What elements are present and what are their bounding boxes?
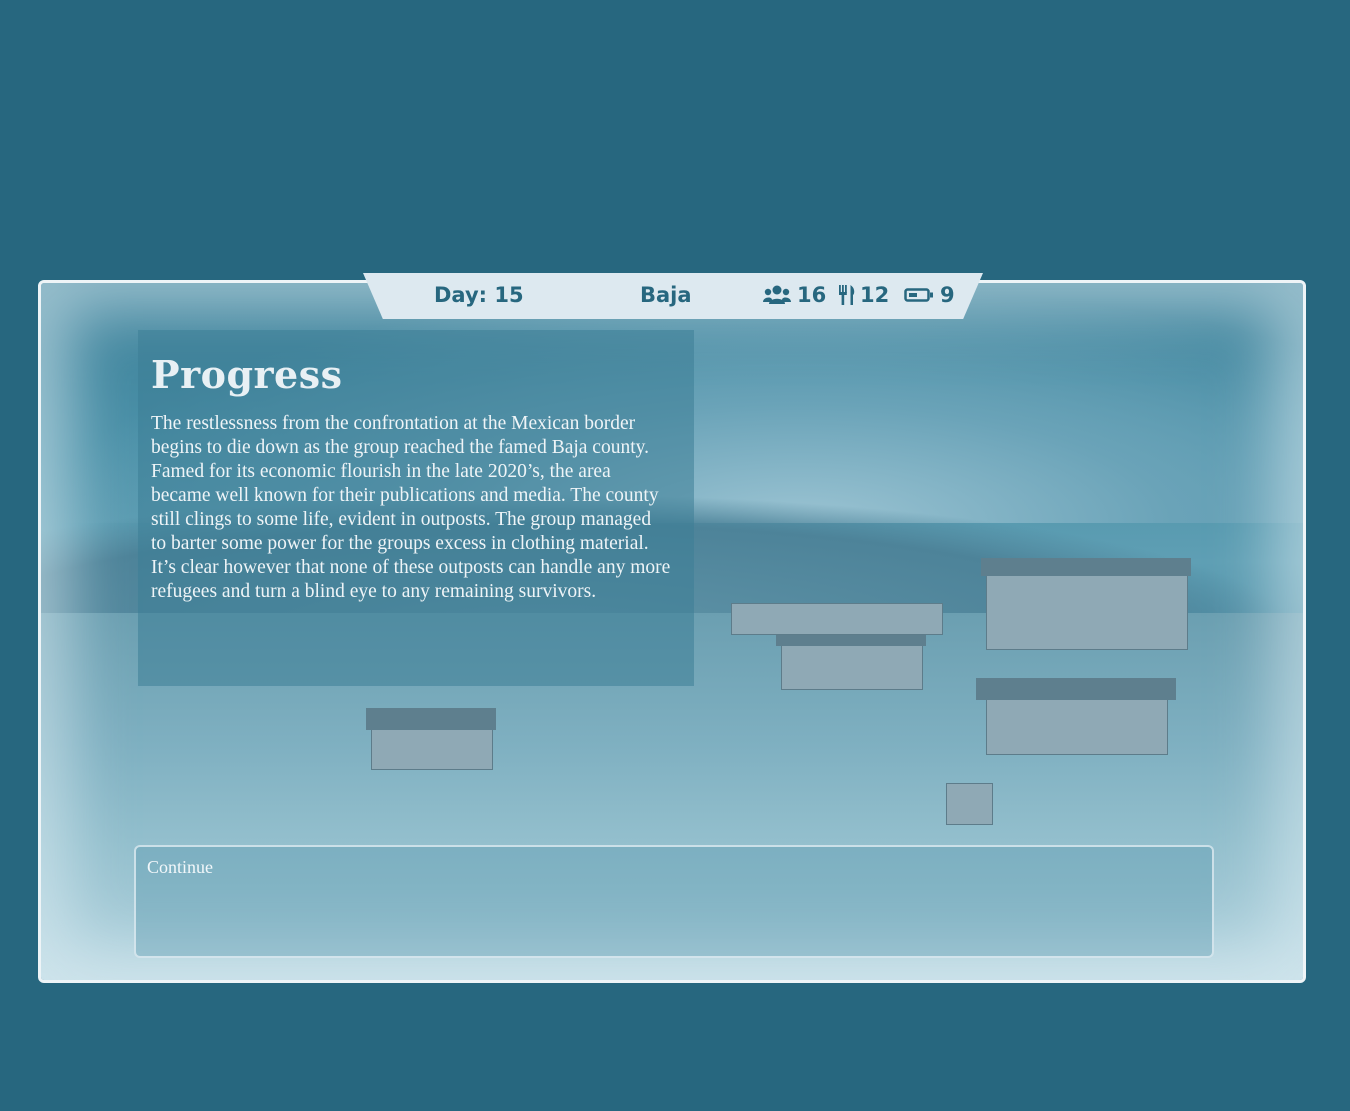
party-count: 16 (797, 283, 827, 307)
story-panel: Progress The restlessness from the confr… (138, 330, 694, 686)
location-display: Baja (640, 283, 692, 307)
utensils-icon (838, 284, 856, 306)
scene-building-row (731, 603, 943, 635)
day-label: Day: 15 (434, 283, 524, 307)
status-bar: Day: 15 Baja 16 12 9 (363, 273, 983, 319)
scene-roof-shed (976, 678, 1176, 700)
scene-building-shed (986, 698, 1168, 755)
story-text: The restlessness from the confrontation … (151, 413, 671, 602)
power-count: 9 (940, 283, 955, 307)
power-counter: 9 (904, 283, 955, 307)
scene-building-cabin (781, 643, 923, 690)
party-counter: 16 (763, 283, 826, 307)
battery-icon (904, 287, 934, 303)
continue-option[interactable]: Continue (147, 857, 213, 878)
scene-roof-hotel (981, 558, 1191, 576)
scene-building-outhouse (946, 783, 993, 825)
scene-roof-barn (366, 708, 496, 730)
food-counter: 12 (838, 283, 889, 307)
location-label: Baja (640, 283, 692, 307)
food-count: 12 (860, 283, 890, 307)
scene-building-barn (371, 728, 493, 770)
choices-box: Continue (134, 845, 1214, 958)
story-title: Progress (151, 352, 343, 397)
scene-building-hotel (986, 573, 1188, 650)
users-icon (763, 285, 791, 305)
day-counter: Day: 15 (434, 283, 524, 307)
